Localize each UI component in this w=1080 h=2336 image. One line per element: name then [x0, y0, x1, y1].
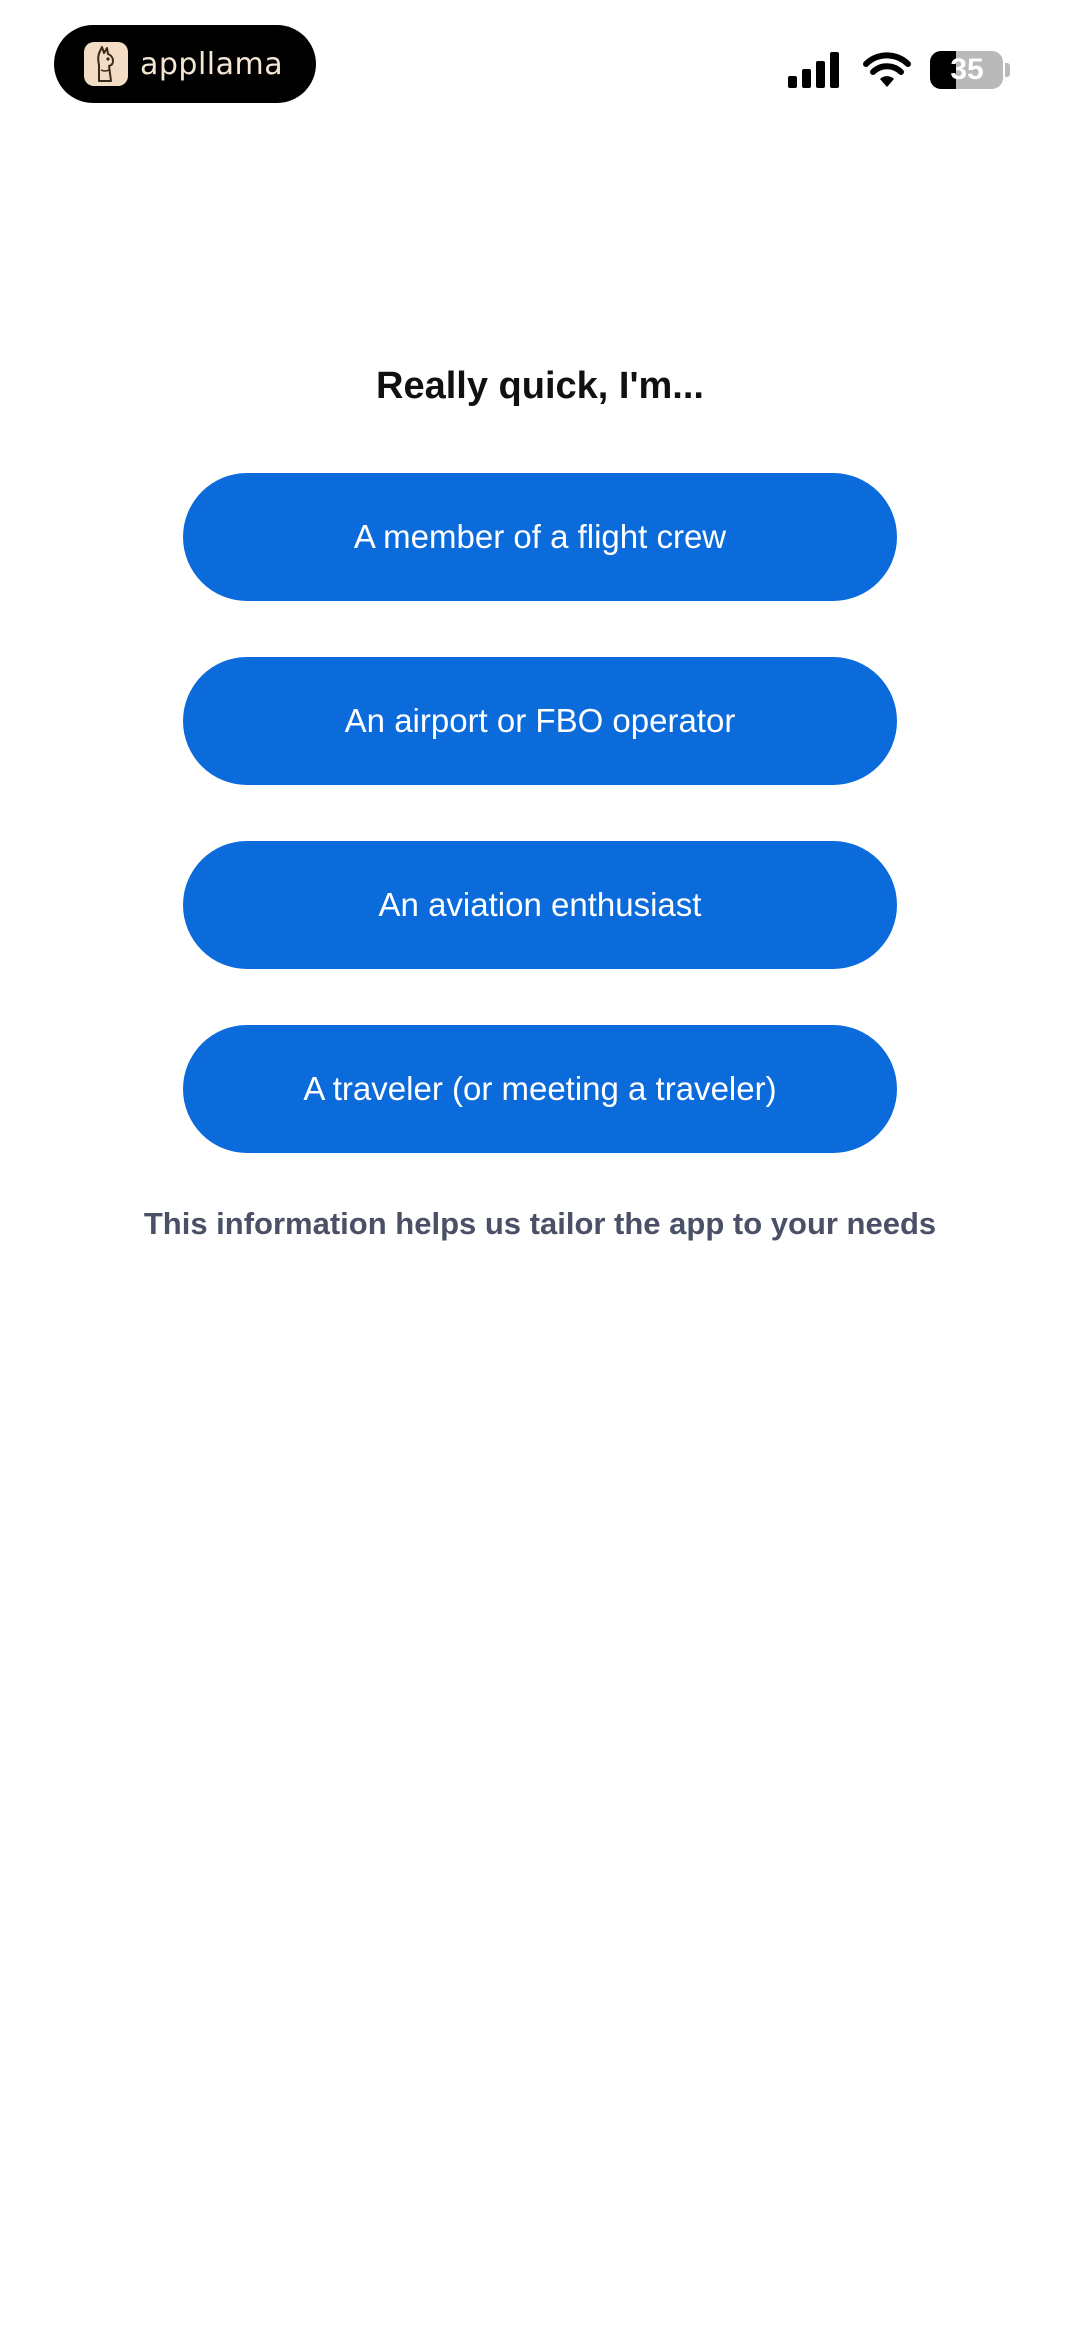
option-aviation-enthusiast-button[interactable]: An aviation enthusiast — [183, 841, 897, 969]
cellular-signal-icon — [788, 52, 839, 88]
brand-pill: appllama — [54, 25, 316, 103]
option-airport-operator-button[interactable]: An airport or FBO operator — [183, 657, 897, 785]
wifi-icon — [863, 52, 911, 87]
role-options: A member of a flight crew An airport or … — [183, 473, 897, 1209]
status-bar: appllama 35 — [0, 0, 1080, 130]
page-title: Really quick, I'm... — [376, 365, 704, 407]
onboarding-screen: appllama 35 Really quick, I'm... A membe… — [0, 0, 1080, 2336]
battery-cap — [1005, 63, 1010, 77]
brand-name: appllama — [140, 46, 284, 82]
status-icons: 35 — [788, 48, 1010, 92]
option-flight-crew-button[interactable]: A member of a flight crew — [183, 473, 897, 601]
battery-level: 35 — [950, 53, 984, 86]
helper-text: This information helps us tailor the app… — [143, 1206, 937, 1241]
llama-logo-icon — [84, 42, 128, 86]
battery-body: 35 — [930, 51, 1004, 89]
battery-icon: 35 — [930, 50, 1010, 90]
option-traveler-button[interactable]: A traveler (or meeting a traveler) — [183, 1025, 897, 1153]
